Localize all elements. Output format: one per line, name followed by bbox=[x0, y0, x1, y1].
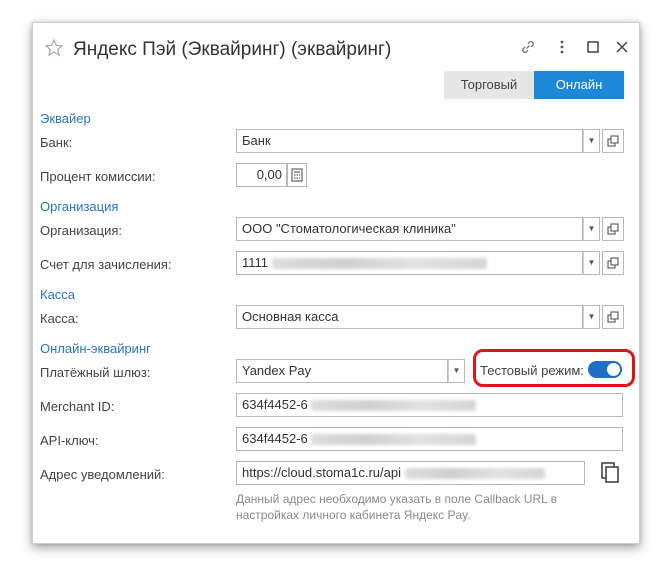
organization-dropdown-button[interactable]: ▼ bbox=[583, 217, 600, 241]
api-key-value: 634f4452-6 bbox=[242, 431, 308, 446]
bank-field[interactable]: Банк bbox=[236, 129, 583, 153]
window-title: Яндекс Пэй (Эквайринг) (эквайринг) bbox=[73, 39, 392, 60]
cashbox-label: Касса: bbox=[40, 311, 79, 326]
merchant-id-field[interactable]: 634f4452-6 bbox=[236, 393, 623, 417]
notify-url-value: https://cloud.stoma1c.ru/api bbox=[242, 465, 401, 480]
favorite-star-icon[interactable] bbox=[44, 38, 64, 58]
link-icon[interactable] bbox=[520, 39, 536, 55]
redacted-text bbox=[311, 400, 477, 412]
test-mode-toggle[interactable] bbox=[588, 361, 622, 378]
api-key-label: API-ключ: bbox=[40, 433, 99, 448]
account-value: 1111 bbox=[242, 255, 269, 270]
test-mode-label: Тестовый режим: bbox=[480, 363, 584, 378]
redacted-text bbox=[311, 434, 477, 446]
notify-url-field[interactable]: https://cloud.stoma1c.ru/api bbox=[236, 461, 585, 485]
section-cashbox: Касса bbox=[40, 287, 76, 302]
copy-icon bbox=[601, 462, 619, 483]
maximize-icon[interactable] bbox=[585, 39, 601, 55]
copy-button[interactable] bbox=[599, 461, 621, 485]
account-field[interactable]: 1111 bbox=[236, 251, 583, 275]
calculator-button[interactable] bbox=[287, 163, 307, 187]
more-menu-icon[interactable] bbox=[554, 39, 570, 55]
commission-label: Процент комиссии: bbox=[40, 169, 156, 184]
callback-hint: Данный адрес необходимо указать в поле C… bbox=[236, 492, 558, 522]
organization-field[interactable]: ООО "Стоматологическая клиника" bbox=[236, 217, 583, 241]
notify-url-label: Адрес уведомлений: bbox=[40, 467, 165, 482]
bank-dropdown-button[interactable]: ▼ bbox=[583, 129, 600, 153]
redacted-text bbox=[271, 258, 487, 270]
cashbox-dropdown-button[interactable]: ▼ bbox=[583, 305, 600, 329]
gateway-dropdown-button[interactable]: ▼ bbox=[448, 359, 465, 383]
open-item-icon bbox=[607, 223, 619, 235]
tab-online[interactable]: Онлайн bbox=[534, 71, 624, 99]
merchant-id-value: 634f4452-6 bbox=[242, 397, 308, 412]
close-icon[interactable] bbox=[614, 39, 630, 55]
payment-settings-window: Яндекс Пэй (Эквайринг) (эквайринг) Торго… bbox=[32, 22, 640, 544]
organization-open-button[interactable] bbox=[602, 217, 624, 241]
section-acquirer: Эквайер bbox=[40, 111, 91, 126]
account-dropdown-button[interactable]: ▼ bbox=[583, 251, 600, 275]
tab-trade[interactable]: Торговый bbox=[444, 71, 534, 99]
toggle-knob bbox=[607, 363, 620, 376]
commission-field[interactable]: 0,00 bbox=[236, 163, 287, 187]
open-item-icon bbox=[607, 311, 619, 323]
organization-label: Организация: bbox=[40, 223, 123, 238]
merchant-id-label: Merchant ID: bbox=[40, 399, 115, 414]
bank-label: Банк: bbox=[40, 135, 73, 150]
open-item-icon bbox=[607, 257, 619, 269]
gateway-field[interactable]: Yandex Pay bbox=[236, 359, 448, 383]
section-organization: Организация bbox=[40, 199, 119, 214]
redacted-text bbox=[404, 468, 545, 480]
bank-open-button[interactable] bbox=[602, 129, 624, 153]
open-item-icon bbox=[607, 135, 619, 147]
calculator-icon bbox=[291, 168, 303, 182]
account-label: Счет для зачисления: bbox=[40, 257, 172, 272]
api-key-field[interactable]: 634f4452-6 bbox=[236, 427, 623, 451]
gateway-label: Платёжный шлюз: bbox=[40, 365, 151, 380]
cashbox-open-button[interactable] bbox=[602, 305, 624, 329]
account-open-button[interactable] bbox=[602, 251, 624, 275]
cashbox-field[interactable]: Основная касса bbox=[236, 305, 583, 329]
section-online-acquiring: Онлайн-эквайринг bbox=[40, 341, 151, 356]
